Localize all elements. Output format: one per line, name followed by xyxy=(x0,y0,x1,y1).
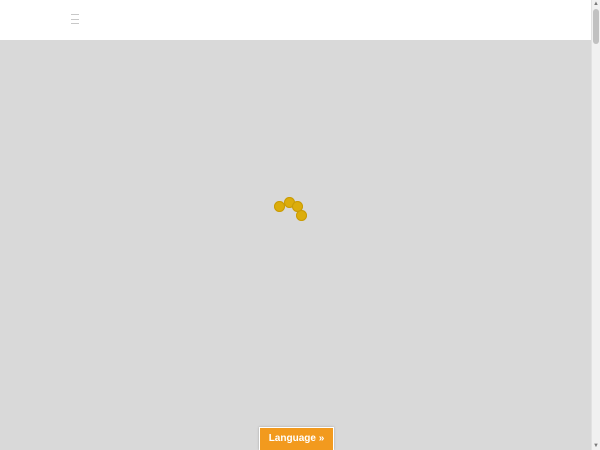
loading-overlay xyxy=(0,40,591,450)
menu-line xyxy=(71,23,79,24)
menu-line xyxy=(71,14,79,15)
loading-dots-icon xyxy=(271,194,311,224)
scroll-down-arrow-icon[interactable]: ▼ xyxy=(592,442,600,450)
vertical-scrollbar[interactable]: ▲ ▼ xyxy=(591,0,600,450)
web-page: Language » xyxy=(0,0,591,450)
scrollbar-thumb[interactable] xyxy=(593,9,599,44)
menu-line xyxy=(71,18,79,20)
site-header xyxy=(0,0,591,40)
scroll-up-arrow-icon[interactable]: ▲ xyxy=(592,0,600,8)
loader-dot xyxy=(296,210,307,221)
browser-viewport: Language » ▲ ▼ xyxy=(0,0,600,450)
language-button[interactable]: Language » xyxy=(259,427,334,450)
hamburger-menu-icon[interactable] xyxy=(71,14,81,24)
